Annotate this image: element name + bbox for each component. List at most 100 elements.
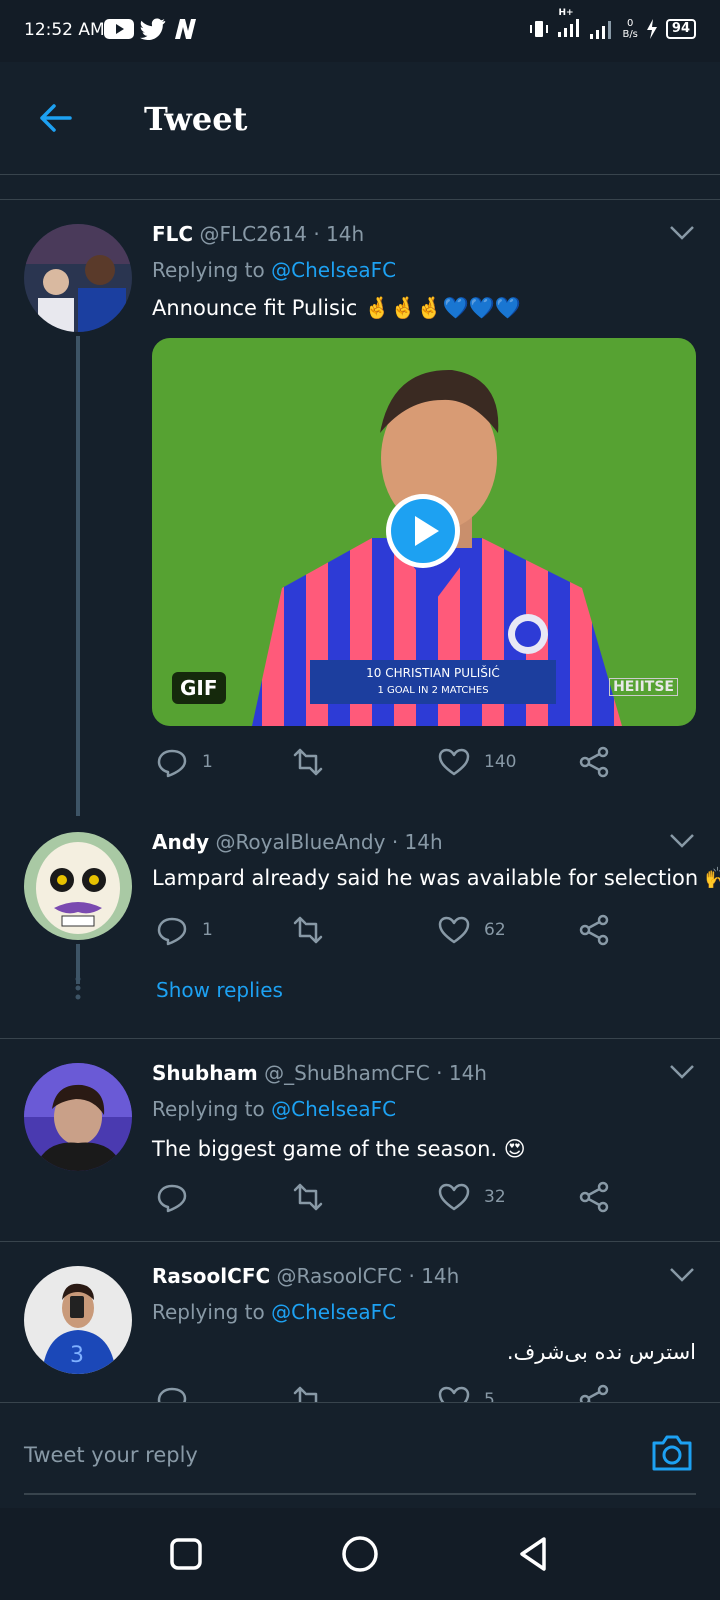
share-button[interactable] (578, 914, 610, 946)
like-button[interactable]: 62 (438, 914, 506, 946)
like-icon (438, 916, 470, 944)
retweet-button[interactable] (292, 746, 338, 778)
share-button[interactable] (578, 1384, 610, 1402)
system-nav-bar (0, 1508, 720, 1600)
caption-line-2: 1 GOAL IN 2 MATCHES (377, 685, 489, 696)
tweet-shubham[interactable]: Shubham @_ShuBhamCFC · 14h Replying to @… (0, 1039, 720, 1239)
page-title: Tweet (144, 100, 248, 138)
reply-composer: Tweet your reply (0, 1402, 720, 1509)
share-button[interactable] (578, 746, 610, 778)
replying-label: Replying to (152, 1300, 265, 1324)
replying-label: Replying to (152, 258, 265, 282)
tweet-actions: 1 62 (152, 914, 692, 950)
replying-label: Replying to (152, 1097, 265, 1121)
timestamp: · 14h (408, 1264, 460, 1288)
tweet-header: Andy @RoyalBlueAndy · 14h (152, 830, 443, 854)
nav-circle-icon[interactable] (338, 1532, 382, 1576)
svg-text:3: 3 (70, 1343, 84, 1368)
reply-button[interactable]: 1 (156, 914, 213, 946)
chevron-down-icon[interactable] (668, 224, 696, 242)
replying-to: Replying to @ChelseaFC (152, 1097, 396, 1121)
handle[interactable]: @RasoolCFC (277, 1264, 403, 1288)
avatar-image (24, 1063, 132, 1171)
avatar[interactable]: 3 (24, 1266, 132, 1374)
display-name[interactable]: Shubham (152, 1061, 258, 1085)
display-name[interactable]: Andy (152, 830, 209, 854)
avatar[interactable] (24, 224, 132, 332)
reply-button[interactable] (156, 1384, 202, 1402)
replying-handle-link[interactable]: @ChelseaFC (271, 1097, 396, 1121)
show-replies-link[interactable]: Show replies (156, 978, 283, 1002)
player-caption: 10 CHRISTIAN PULIŠIĆ 1 GOAL IN 2 MATCHES (310, 660, 556, 704)
nav-square-icon[interactable] (164, 1532, 208, 1576)
tweet-text: Announce fit Pulisic 🤞🤞🤞💙💙💙 (152, 296, 521, 320)
replying-handle-link[interactable]: @ChelseaFC (271, 1300, 396, 1324)
network-type: H+ (558, 8, 574, 18)
chevron-down-icon[interactable] (668, 832, 696, 850)
display-name[interactable]: RasoolCFC (152, 1264, 270, 1288)
reply-icon (157, 749, 187, 778)
like-count: 32 (484, 1187, 506, 1207)
avatar-image: 3 (24, 1266, 132, 1374)
like-button[interactable]: 32 (438, 1181, 506, 1213)
tweet-flc[interactable]: FLC @FLC2614 · 14h Replying to @ChelseaF… (0, 200, 720, 820)
net-speed-value: 0 (626, 17, 634, 29)
avatar[interactable] (24, 1063, 132, 1171)
app-bar: Tweet (0, 62, 720, 174)
back-arrow-icon[interactable] (36, 98, 76, 138)
reply-icon (157, 1387, 187, 1402)
status-time: 12:52 AM (24, 20, 105, 40)
reply-button[interactable]: 1 (156, 746, 213, 778)
handle[interactable]: @_ShuBhamCFC (264, 1061, 430, 1085)
reply-button[interactable] (156, 1181, 202, 1213)
retweet-button[interactable] (292, 1384, 338, 1402)
share-icon (579, 1384, 609, 1402)
reply-input[interactable]: Tweet your reply (24, 1443, 198, 1467)
caption-line-1: 10 CHRISTIAN PULIŠIĆ (366, 666, 500, 680)
notification-icons (104, 18, 198, 40)
replying-handle-link[interactable]: @ChelseaFC (271, 258, 396, 282)
gif-media[interactable]: 10 CHRISTIAN PULIŠIĆ 1 GOAL IN 2 MATCHES… (152, 338, 696, 726)
replying-to: Replying to @ChelseaFC (152, 1300, 396, 1324)
like-count: 5 (484, 1390, 495, 1402)
reply-input-underline (24, 1493, 696, 1495)
youtube-icon (104, 19, 134, 39)
like-button[interactable]: 5 (438, 1384, 495, 1402)
net-speed-unit: B/s (622, 28, 638, 40)
tweet-text: استرس نده بی‌شرف. (506, 1340, 696, 1364)
play-icon[interactable] (384, 492, 462, 570)
like-button[interactable]: 140 (438, 746, 516, 778)
share-icon (579, 1181, 609, 1213)
n-app-icon (175, 19, 196, 39)
timestamp: · 14h (313, 222, 365, 246)
nav-back-triangle-icon[interactable] (512, 1532, 556, 1576)
retweet-icon (293, 1386, 318, 1402)
handle[interactable]: @RoyalBlueAndy (215, 830, 385, 854)
retweet-icon (293, 916, 323, 944)
timestamp: · 14h (391, 830, 443, 854)
share-button[interactable] (578, 1181, 610, 1213)
battery-level: 94 (665, 18, 696, 39)
timestamp: · 14h (436, 1061, 487, 1085)
retweet-button[interactable] (292, 914, 338, 946)
tweet-andy[interactable]: Andy @RoyalBlueAndy · 14h Lampard alread… (0, 820, 720, 1040)
display-name[interactable]: FLC (152, 222, 193, 246)
chevron-down-icon[interactable] (668, 1063, 696, 1081)
like-count: 140 (484, 752, 517, 772)
camera-icon[interactable] (650, 1431, 694, 1475)
like-count: 62 (484, 920, 506, 940)
tweet-actions: 32 (152, 1181, 692, 1217)
tweet-rasoolcfc[interactable]: 3 RasoolCFC @RasoolCFC · 14h Replying to… (0, 1242, 720, 1402)
vibrate-icon (530, 20, 549, 37)
retweet-button[interactable] (292, 1181, 338, 1213)
replying-to: Replying to @ChelseaFC (152, 258, 396, 282)
like-icon (438, 748, 470, 776)
share-icon (579, 746, 609, 778)
twitter-icon (140, 18, 166, 40)
gif-badge: GIF (172, 672, 226, 704)
avatar[interactable] (24, 832, 132, 940)
chevron-down-icon[interactable] (668, 1266, 696, 1284)
tweet-header: RasoolCFC @RasoolCFC · 14h (152, 1264, 459, 1288)
more-replies-dots (75, 976, 81, 1000)
handle[interactable]: @FLC2614 (199, 222, 307, 246)
